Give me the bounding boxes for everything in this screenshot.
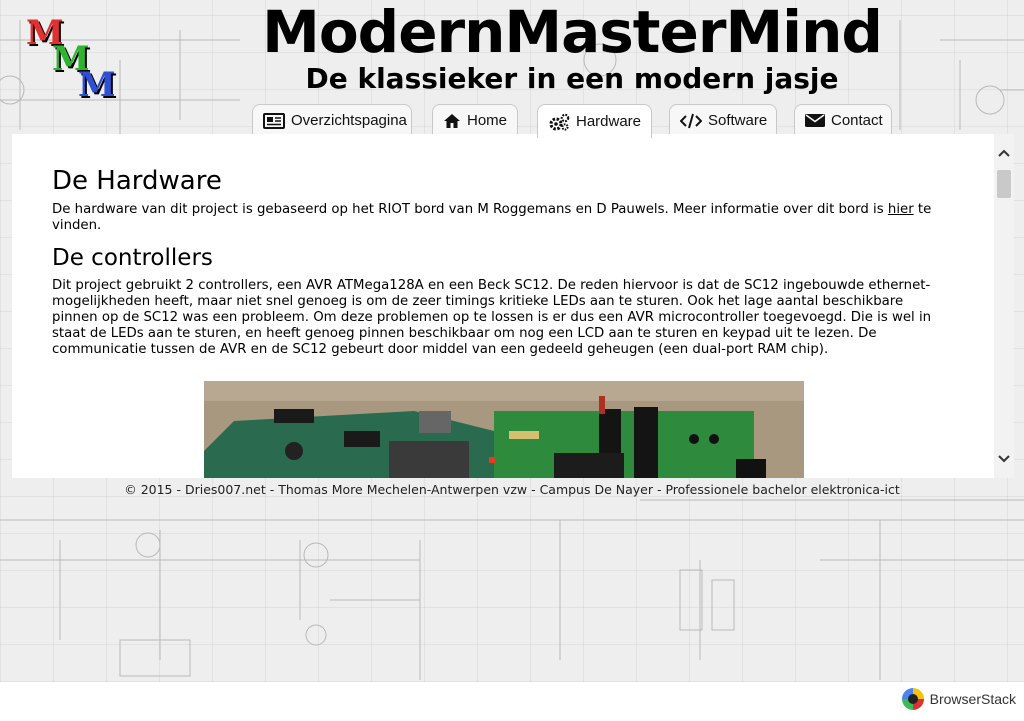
tab-label: Home bbox=[467, 112, 508, 129]
intro-text: De hardware van dit project is gebaseerd… bbox=[52, 202, 888, 217]
tab-contact[interactable]: Contact bbox=[794, 104, 892, 136]
tab-overzichtspagina[interactable]: Overzichtspagina bbox=[252, 104, 412, 136]
browserstack-label: BrowserStack bbox=[929, 691, 1016, 707]
hardware-photo bbox=[204, 381, 804, 478]
scroll-down-arrow-icon[interactable] bbox=[994, 450, 1014, 468]
tab-label: Hardware bbox=[576, 113, 642, 130]
tab-label: Software bbox=[708, 112, 768, 129]
content-body: De Hardware De hardware van dit project … bbox=[52, 158, 952, 358]
section-heading-controllers: De controllers bbox=[52, 245, 213, 271]
scroll-up-arrow-icon[interactable] bbox=[994, 144, 1014, 162]
site-title: ModernMasterMind bbox=[262, 0, 883, 66]
footer-copyright: © 2015 - Dries007.net - Thomas More Mech… bbox=[124, 482, 900, 497]
page-heading: De Hardware bbox=[52, 166, 222, 196]
scrollbar-thumb[interactable] bbox=[997, 170, 1011, 198]
intro-paragraph: De hardware van dit project is gebaseerd… bbox=[52, 202, 952, 234]
site-subtitle: De klassieker in een modern jasje bbox=[305, 62, 839, 95]
cogs-icon bbox=[549, 113, 570, 131]
newspaper-icon bbox=[263, 112, 285, 129]
content-panel[interactable]: De Hardware De hardware van dit project … bbox=[12, 134, 1014, 478]
tab-software[interactable]: Software bbox=[669, 104, 777, 136]
browser-bottom-bar bbox=[0, 682, 1024, 721]
browserstack-logo-icon bbox=[901, 688, 924, 710]
tab-label: Contact bbox=[831, 112, 883, 129]
tab-hardware[interactable]: Hardware bbox=[537, 104, 652, 138]
browserstack-badge: BrowserStack bbox=[901, 688, 1016, 710]
code-icon bbox=[680, 113, 702, 128]
content-scrollbar[interactable] bbox=[994, 134, 1014, 478]
home-icon bbox=[444, 113, 460, 128]
controllers-paragraph: Dit project gebruikt 2 controllers, een … bbox=[52, 278, 932, 357]
envelope-icon bbox=[805, 114, 825, 127]
tab-label: Overzichtspagina bbox=[291, 112, 407, 129]
tab-home[interactable]: Home bbox=[432, 104, 518, 136]
info-link[interactable]: hier bbox=[888, 202, 914, 217]
